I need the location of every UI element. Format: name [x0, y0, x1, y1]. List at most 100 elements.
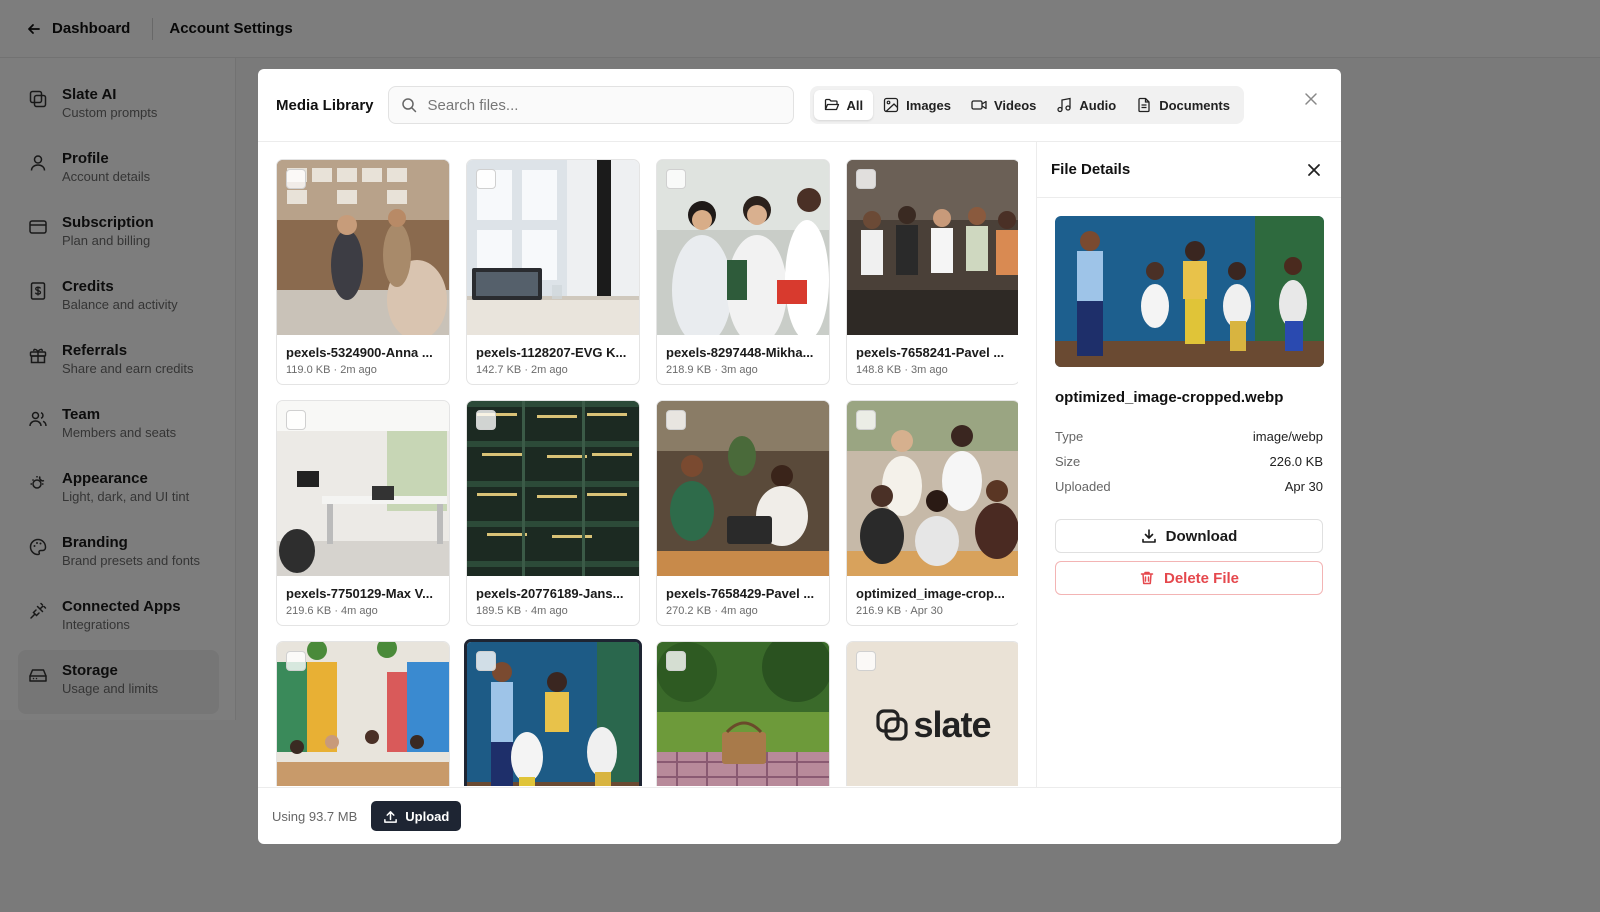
select-checkbox[interactable] [286, 169, 306, 189]
music-icon [1057, 97, 1072, 113]
file-meta: 148.8 KB · 3m ago [856, 364, 948, 376]
file-meta: 218.9 KB · 3m ago [666, 364, 758, 376]
filter-tab-images[interactable]: Images [873, 90, 961, 120]
delete-file-button[interactable]: Delete File [1055, 561, 1323, 595]
media-card[interactable]: pexels-7658241-Pavel ... 148.8 KB · 3m a… [846, 159, 1018, 385]
details-preview-image [1055, 216, 1324, 367]
close-details-icon[interactable] [1307, 163, 1321, 177]
thumbnail-image [277, 642, 449, 786]
file-meta: 142.7 KB · 2m ago [476, 364, 568, 376]
filter-tab-documents[interactable]: Documents [1126, 90, 1240, 120]
media-card-selected[interactable] [464, 639, 642, 786]
upload-label: Upload [405, 808, 450, 824]
detail-row-size: Size 226.0 KB [1055, 449, 1323, 474]
select-checkbox[interactable] [476, 651, 496, 671]
slate-logo-icon [876, 708, 909, 741]
detail-value: Apr 30 [1284, 479, 1323, 494]
detail-key: Size [1055, 454, 1081, 469]
close-modal-icon[interactable] [1303, 91, 1319, 107]
trash-icon [1140, 571, 1154, 585]
thumbnail-image [467, 401, 639, 576]
select-checkbox[interactable] [286, 651, 306, 671]
filter-label: Audio [1079, 97, 1117, 113]
download-icon [1141, 529, 1156, 543]
media-card[interactable]: pexels-1128207-EVG K... 142.7 KB · 2m ag… [466, 159, 640, 385]
thumbnail-image [467, 160, 639, 335]
filter-label: All [846, 97, 864, 113]
file-name: pexels-20776189-Jans... [476, 586, 624, 601]
file-name: pexels-8297448-Mikha... [666, 345, 814, 360]
search-box[interactable] [387, 86, 794, 124]
media-card[interactable] [276, 641, 450, 786]
select-checkbox[interactable] [856, 651, 876, 671]
select-checkbox[interactable] [666, 651, 686, 671]
select-checkbox[interactable] [476, 410, 496, 430]
select-checkbox[interactable] [856, 169, 876, 189]
file-name: pexels-7658241-Pavel ... [856, 345, 1005, 360]
detail-key: Uploaded [1055, 479, 1111, 494]
details-header: File Details [1037, 142, 1341, 198]
file-text-icon [1138, 97, 1150, 113]
media-card[interactable]: slate [846, 641, 1018, 786]
media-library-modal: Media Library All Images Videos Audio [258, 69, 1341, 844]
media-card[interactable]: pexels-5324900-Anna ... 119.0 KB · 2m ag… [276, 159, 450, 385]
video-icon [971, 100, 987, 110]
filter-tab-all[interactable]: All [813, 90, 874, 120]
file-meta: 189.5 KB · 4m ago [476, 605, 568, 617]
detail-value: 226.0 KB [1269, 454, 1324, 469]
select-checkbox[interactable] [286, 410, 306, 430]
thumbnail-image [657, 642, 829, 786]
thumbnail-image [657, 401, 829, 576]
image-icon [884, 97, 899, 113]
file-name: pexels-1128207-EVG K... [476, 345, 627, 360]
delete-label: Delete File [1163, 569, 1240, 587]
select-checkbox[interactable] [856, 410, 876, 430]
media-card[interactable] [656, 641, 830, 786]
thumbnail-image [847, 401, 1018, 576]
filter-label: Images [906, 97, 951, 113]
folder-open-icon [824, 98, 839, 111]
detail-row-type: Type image/webp [1055, 424, 1323, 449]
media-card[interactable]: optimized_image-crop... 216.9 KB · Apr 3… [846, 400, 1018, 626]
filter-label: Documents [1159, 97, 1230, 113]
media-card[interactable]: pexels-7750129-Max V... 219.6 KB · 4m ag… [276, 400, 450, 626]
details-metadata: Type image/webp Size 226.0 KB Uploaded Apr … [1055, 424, 1323, 499]
thumbnail-image [277, 401, 449, 576]
thumbnail-image: slate [847, 642, 1018, 786]
media-card[interactable]: pexels-20776189-Jans... 189.5 KB · 4m ag… [466, 400, 640, 626]
download-button[interactable]: Download [1055, 519, 1323, 553]
upload-icon [384, 810, 398, 823]
select-checkbox[interactable] [666, 169, 686, 189]
thumbnail-image [847, 160, 1018, 335]
modal-title: Media Library [276, 96, 374, 114]
storage-usage: Using 93.7 MB [272, 808, 358, 824]
file-name: pexels-7658429-Pavel ... [666, 586, 815, 601]
file-name: pexels-7750129-Max V... [286, 586, 433, 601]
media-card[interactable]: pexels-7658429-Pavel ... 270.2 KB · 4m a… [656, 400, 830, 626]
slate-logo-text: slate [913, 703, 991, 745]
thumbnail-image [657, 160, 829, 335]
filter-tabs: All Images Videos Audio Documents [809, 86, 1244, 124]
filter-label: Videos [993, 97, 1037, 113]
media-card[interactable]: pexels-8297448-Mikha... 218.9 KB · 3m ag… [656, 159, 830, 385]
select-checkbox[interactable] [666, 410, 686, 430]
file-meta: 216.9 KB · Apr 30 [856, 605, 943, 617]
modal-footer: Using 93.7 MB Upload [258, 787, 1341, 844]
modal-header: Media Library All Images Videos Audio [258, 69, 1341, 142]
search-input[interactable] [427, 96, 768, 114]
upload-button[interactable]: Upload [371, 801, 462, 831]
detail-row-uploaded: Uploaded Apr 30 [1055, 474, 1323, 499]
media-grid: pexels-5324900-Anna ... 119.0 KB · 2m ag… [276, 159, 1018, 786]
download-label: Download [1165, 527, 1238, 545]
search-icon [401, 98, 416, 113]
filter-tab-videos[interactable]: Videos [961, 90, 1046, 120]
detail-value: image/webp [1252, 429, 1323, 444]
file-meta: 119.0 KB · 2m ago [286, 364, 377, 376]
details-title: File Details [1051, 161, 1131, 178]
filter-tab-audio[interactable]: Audio [1046, 90, 1126, 120]
file-meta: 219.6 KB · 4m ago [286, 605, 378, 617]
file-details-panel: File Details optimized_image-cropped.web… [1036, 142, 1341, 787]
file-name: optimized_image-crop... [856, 586, 1005, 601]
select-checkbox[interactable] [476, 169, 496, 189]
thumbnail-image [277, 160, 449, 335]
